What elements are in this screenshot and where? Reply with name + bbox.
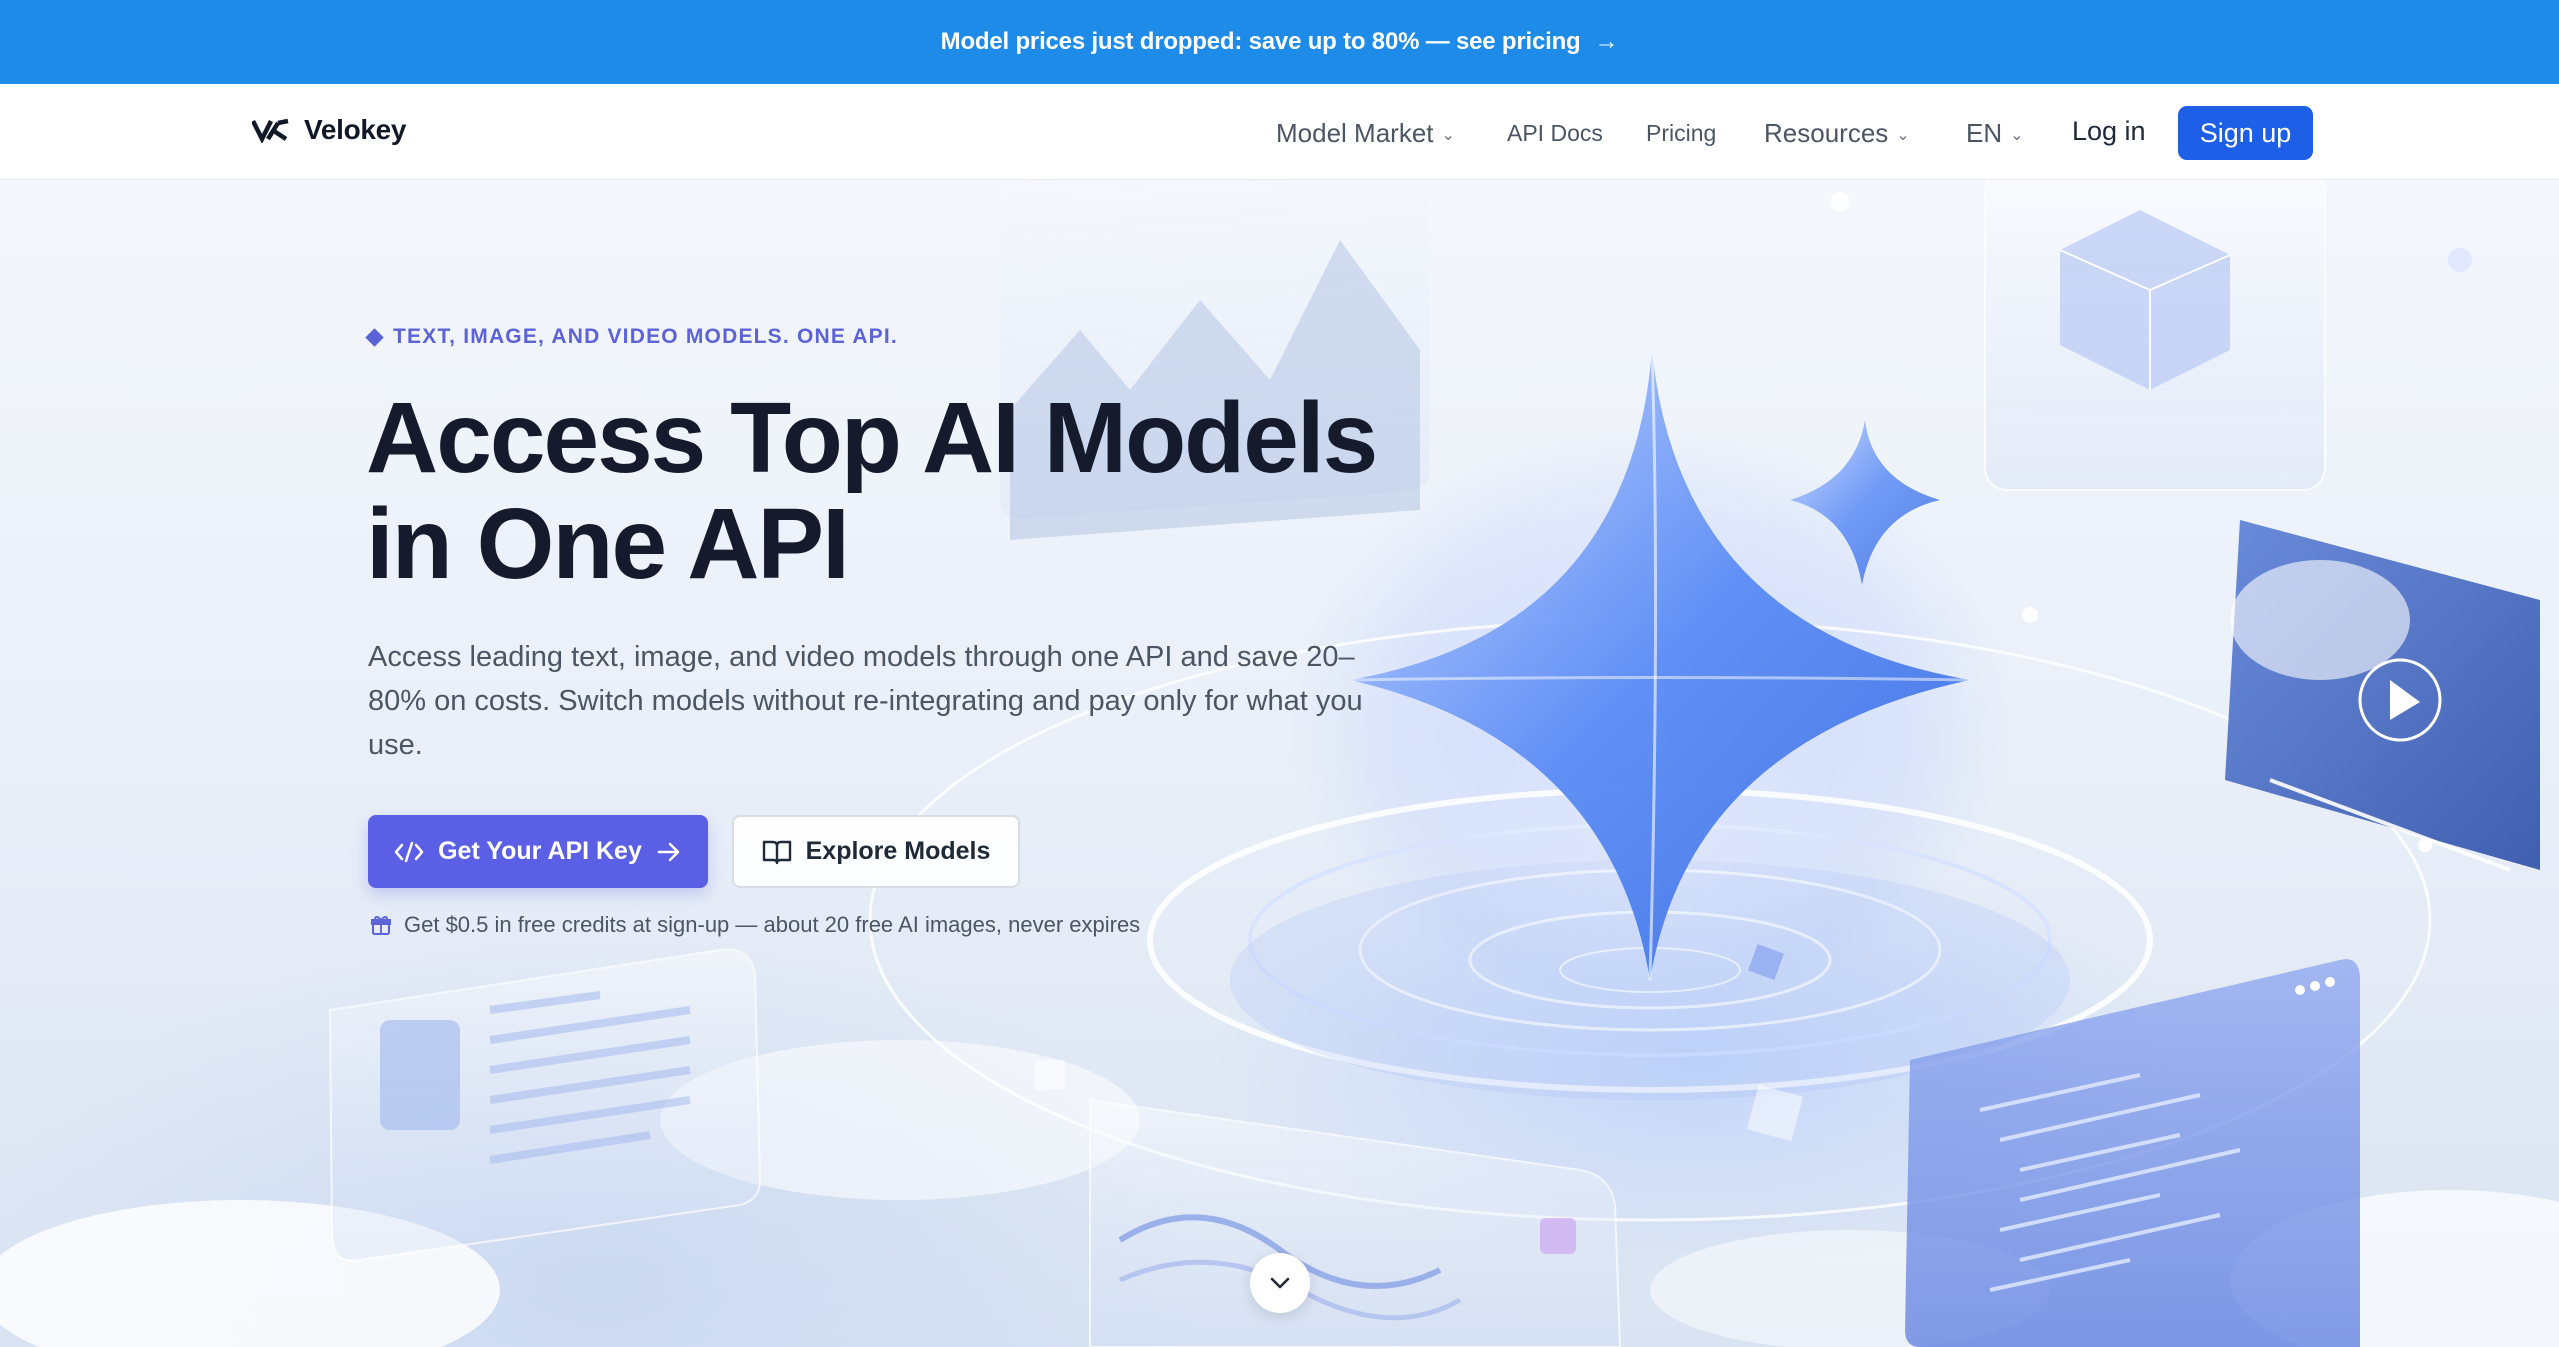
brand-name: Velokey: [304, 114, 407, 145]
velokey-logo-icon: [252, 118, 289, 143]
book-open-icon: [762, 840, 791, 864]
arrow-right-icon: →: [1594, 28, 1619, 55]
hero-subtitle: Access leading text, image, and video mo…: [368, 641, 1363, 761]
chevron-down-icon: ⌄: [1896, 126, 1910, 144]
login-link[interactable]: Log in: [2072, 116, 2146, 147]
chevron-down-icon: [1270, 1277, 1290, 1289]
secondary-cta-label: Explore Models: [805, 837, 991, 865]
nav-pricing[interactable]: Pricing: [1646, 120, 1716, 147]
chevron-down-icon: ⌄: [2010, 126, 2024, 144]
brand-logo[interactable]: Velokey: [252, 114, 407, 146]
get-api-key-button[interactable]: Get Your API Key: [368, 815, 708, 888]
explore-models-button[interactable]: Explore Models: [732, 815, 1020, 888]
nav-item-label: API Docs: [1507, 120, 1603, 146]
banner-text: Model prices just dropped: save up to 80…: [940, 28, 1581, 55]
nav-item-label: Pricing: [1646, 120, 1717, 146]
primary-cta-label: Get Your API Key: [438, 837, 642, 865]
announcement-banner[interactable]: Model prices just dropped: save up to 80…: [0, 0, 2559, 84]
free-credits-note: Get $0.5 in free credits at sign-up — ab…: [370, 912, 1140, 938]
nav-resources[interactable]: Resources ⌄: [1764, 118, 1910, 149]
hero-section: TEXT, IMAGE, AND VIDEO MODELS. ONE API. …: [0, 180, 2559, 1347]
chevron-down-icon: ⌄: [1441, 126, 1455, 144]
nav-api-docs[interactable]: API Docs: [1507, 120, 1603, 147]
diamond-icon: [365, 327, 384, 347]
nav-item-label: Resources: [1764, 118, 1889, 148]
hero-headline: Access Top AI Models in One API: [366, 385, 1466, 597]
language-selector[interactable]: EN ⌄: [1966, 118, 2024, 149]
eyebrow-text: TEXT, IMAGE, AND VIDEO MODELS. ONE API.: [393, 325, 898, 348]
language-label: EN: [1966, 118, 2003, 148]
headline-line-1: Access Top AI Models: [366, 382, 1378, 494]
code-icon: [394, 841, 424, 862]
headline-line-2: in One API: [366, 488, 850, 600]
nav-item-label: Model Market: [1276, 118, 1434, 148]
signup-button[interactable]: Sign up: [2178, 106, 2313, 160]
gift-icon: [371, 915, 391, 935]
hero-eyebrow: TEXT, IMAGE, AND VIDEO MODELS. ONE API.: [365, 325, 898, 349]
scroll-down-button[interactable]: [1250, 1253, 1310, 1313]
credits-text: Get $0.5 in free credits at sign-up — ab…: [404, 912, 1141, 937]
nav-model-market[interactable]: Model Market ⌄: [1276, 118, 1455, 149]
arrow-right-icon: [657, 842, 680, 861]
top-navigation: Velokey Model Market ⌄ API Docs Pricing …: [0, 84, 2559, 180]
